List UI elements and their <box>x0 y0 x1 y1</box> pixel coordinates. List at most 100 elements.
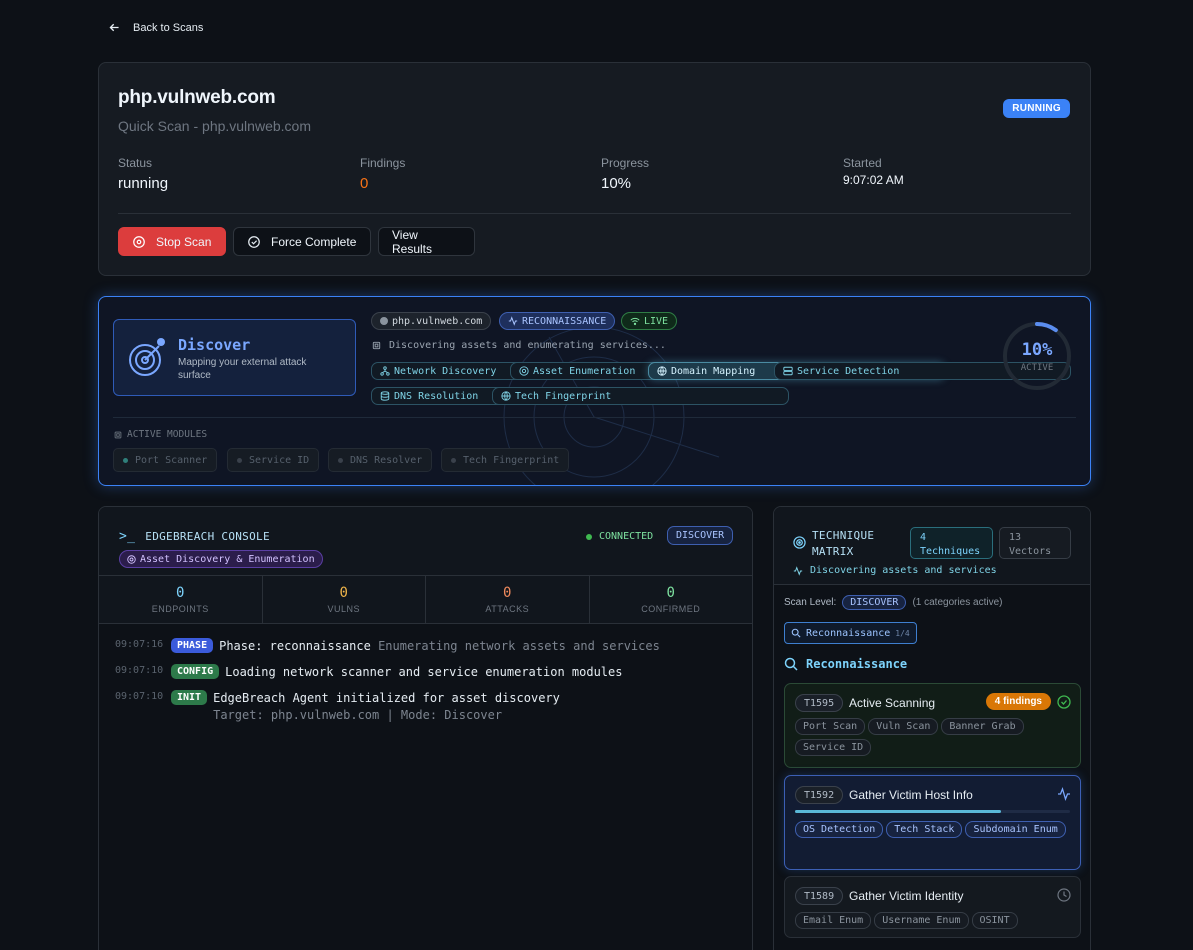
tag: Port Scan <box>795 718 866 735</box>
tag: Service ID <box>795 739 872 756</box>
vectors-label: Vectors <box>1009 546 1052 557</box>
stage-chip: RECONNAISSANCE <box>499 312 616 330</box>
target-icon <box>793 536 806 549</box>
technique-card-t1589[interactable]: T1589 Gather Victim Identity Email Enum … <box>784 876 1081 938</box>
connection-dot <box>586 533 592 540</box>
filter-label: Reconnaissance <box>806 627 891 639</box>
section-title: Reconnaissance <box>806 657 908 671</box>
metric-attacks: 0 ATTACKS <box>426 576 590 623</box>
tag: Tech Stack <box>886 821 963 838</box>
filter-fraction: 1/4 <box>895 628 910 638</box>
globe-icon <box>657 366 667 376</box>
technique-id: T1595 <box>795 694 844 712</box>
force-complete-button[interactable]: Force Complete <box>233 227 371 256</box>
back-to-scans-link[interactable]: Back to Scans <box>108 21 203 34</box>
search-icon <box>791 628 801 638</box>
view-results-label: View Results <box>392 227 433 256</box>
back-label: Back to Scans <box>133 21 204 34</box>
progress-fill <box>795 810 1002 813</box>
cpu-icon <box>114 431 122 438</box>
technique-chip-tech-fingerprint[interactable]: Tech Fingerprint <box>492 387 789 405</box>
metric-confirmed: 0 CONFIRMED <box>590 576 753 623</box>
phase-status-text: Discovering assets and enumerating servi… <box>389 340 666 351</box>
scan-summary-card: php.vulnweb.com Quick Scan - php.vulnweb… <box>98 62 1091 276</box>
live-chip: LIVE <box>621 312 678 330</box>
metric-label: ATTACKS <box>485 604 530 614</box>
status-dot <box>123 457 128 463</box>
phase-description: Mapping your external attack surface <box>178 357 307 381</box>
stop-scan-button[interactable]: Stop Scan <box>118 227 226 256</box>
stat-value: running <box>118 175 169 192</box>
radar-icon <box>129 338 165 376</box>
matrix-subtitle: Discovering assets and services <box>793 565 997 576</box>
active-modules-heading: ACTIVE MODULES <box>113 429 207 440</box>
stat-findings: Findings 0 <box>360 156 405 192</box>
tag: OSINT <box>971 912 1018 929</box>
activity-icon <box>508 316 518 326</box>
metric-endpoints: 0 ENDPOINTS <box>99 576 263 623</box>
log-time: 09:07:10 <box>115 691 164 702</box>
metric-label: ENDPOINTS <box>151 604 209 614</box>
metric-value: 0 <box>503 585 512 601</box>
log-message: Loading network scanner and service enum… <box>225 665 623 679</box>
clock-icon <box>1057 888 1071 902</box>
technique-card-t1595[interactable]: T1595 Active Scanning 4 findings Port Sc… <box>784 683 1081 768</box>
module-label: DNS Resolver <box>350 454 423 466</box>
log-entry: 09:07:16 PHASE Phase: reconnaissance Enu… <box>115 638 660 655</box>
stat-label: Status <box>118 156 153 170</box>
module-tech-fingerprint: Tech Fingerprint <box>441 448 570 472</box>
technique-progress-bar <box>795 810 1070 813</box>
metric-value: 0 <box>666 585 675 601</box>
scan-level-note: (1 categories active) <box>912 597 1003 608</box>
techniques-count: 4 <box>920 532 927 543</box>
check-circle-icon <box>248 235 260 248</box>
log-time: 09:07:16 <box>115 639 164 650</box>
console-tag: Asset Discovery & Enumeration <box>119 550 323 568</box>
network-icon <box>380 366 390 376</box>
technique-name: Gather Victim Identity <box>849 889 964 903</box>
technique-tags: OS Detection Tech Stack Subdomain Enum <box>795 821 1070 838</box>
terminal-icon: >_ <box>119 529 136 544</box>
findings-badge: 4 findings <box>985 693 1051 710</box>
scan-level-badge: DISCOVER <box>842 595 907 610</box>
technique-name: Gather Victim Host Info <box>849 788 973 802</box>
technique-label: Service Detection <box>797 365 900 377</box>
radar-small-icon <box>519 366 529 376</box>
technique-label: Tech Fingerprint <box>515 390 612 402</box>
vectors-count: 13 <box>1009 532 1022 543</box>
status-badge: RUNNING <box>1003 99 1070 118</box>
metric-vulns: 0 VULNS <box>263 576 426 623</box>
technique-matrix-panel: TECHNIQUE MATRIX 4 Techniques 13 Vectors… <box>773 506 1091 950</box>
scan-subtitle: Quick Scan - php.vulnweb.com <box>118 118 311 134</box>
matrix-subtitle-text: Discovering assets and services <box>810 565 997 576</box>
technique-id: T1592 <box>795 786 844 804</box>
vectors-count-chip: 13 Vectors <box>999 527 1071 559</box>
tag: Vuln Scan <box>868 718 939 735</box>
console-title: >_ EDGEBREACH CONSOLE <box>119 529 270 544</box>
progress-state: ACTIVE <box>1020 363 1054 373</box>
stat-label: Started <box>843 156 882 170</box>
matrix-title: TECHNIQUE MATRIX <box>812 529 875 558</box>
metric-value: 0 <box>339 585 348 601</box>
view-results-button[interactable]: View Results <box>378 227 475 256</box>
phase-badge: DISCOVER <box>667 526 734 545</box>
module-label: Tech Fingerprint <box>463 454 560 466</box>
tag: Email Enum <box>795 912 872 929</box>
check-circle-icon <box>1057 695 1071 709</box>
active-modules-label: ACTIVE MODULES <box>127 429 208 440</box>
live-label: LIVE <box>644 315 669 327</box>
scan-title: php.vulnweb.com <box>118 87 276 108</box>
category-filter-reconnaissance[interactable]: Reconnaissance 1/4 <box>784 622 917 644</box>
globe-icon <box>501 391 511 401</box>
log-text: Phase: reconnaissance <box>219 639 371 653</box>
section-heading: Reconnaissance <box>784 657 907 671</box>
techniques-count-chip: 4 Techniques <box>910 527 993 559</box>
technique-card-t1592[interactable]: T1592 Gather Victim Host Info OS Detecti… <box>784 775 1081 870</box>
stat-label: Findings <box>360 156 406 170</box>
module-service-id: Service ID <box>227 448 320 472</box>
log-badge: INIT <box>171 690 208 705</box>
server-icon <box>783 366 793 376</box>
cpu-icon <box>372 341 381 350</box>
log-detail: Enumerating network assets and services <box>378 639 660 653</box>
log-badge: PHASE <box>171 638 214 653</box>
